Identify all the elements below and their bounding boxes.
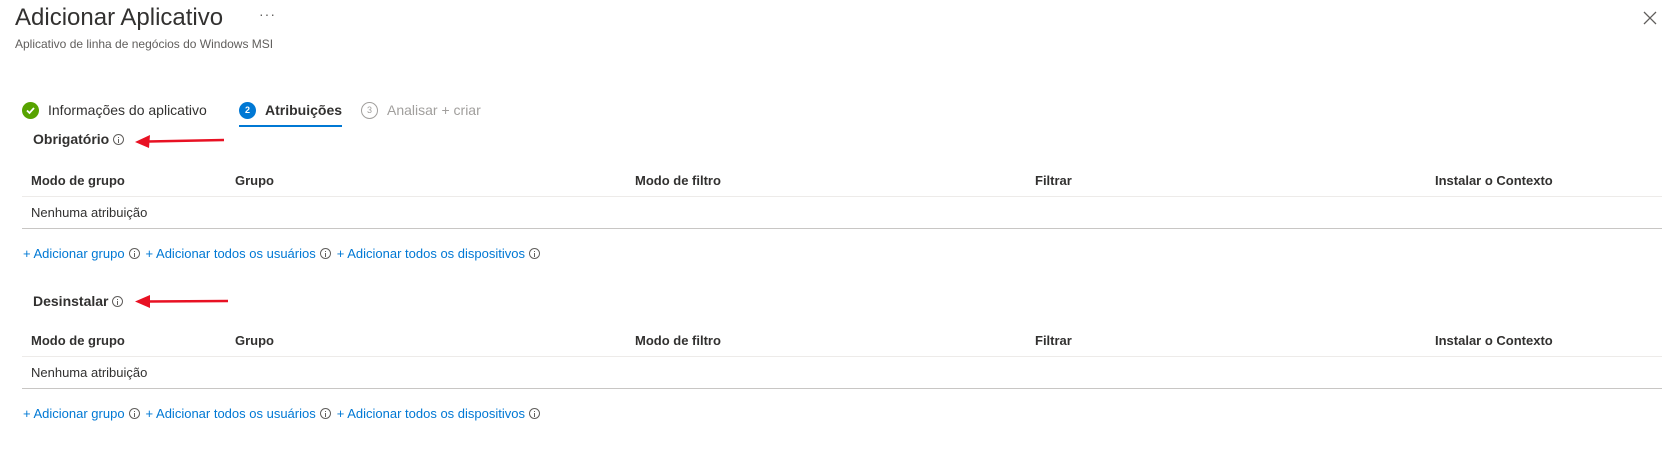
info-icon[interactable] [319,248,331,259]
more-options-button[interactable]: ··· [259,6,276,22]
step-label: Atribuições [265,102,343,118]
close-icon [1643,11,1657,25]
column-header: Grupo [235,333,274,348]
annotation-arrow [135,295,229,308]
checkmark-icon [22,101,39,119]
info-icon[interactable] [128,408,140,419]
column-header: Modo de filtro [635,333,721,348]
column-header: Filtrar [1035,173,1072,188]
assignments-table-required: Modo de grupo Grupo Modo de filtro Filtr… [22,165,1662,229]
step-number: 2 [239,101,256,119]
info-icon[interactable] [528,248,540,259]
table-row: Nenhuma atribuição [22,357,1662,389]
page-subtitle: Aplicativo de linha de negócios do Windo… [15,37,274,51]
empty-message: Nenhuma atribuição [31,205,148,220]
add-all-devices-link[interactable]: + Adicionar todos os dispositivos [337,246,525,261]
section-title-text: Obrigatório [33,131,110,147]
assignments-table-uninstall: Modo de grupo Grupo Modo de filtro Filtr… [22,325,1662,389]
info-icon[interactable] [319,408,331,419]
empty-message: Nenhuma atribuição [31,365,148,380]
section-title-uninstall: Desinstalar [33,293,124,309]
info-icon[interactable] [113,133,125,145]
add-all-users-link[interactable]: + Adicionar todos os usuários [146,246,316,261]
step-assignments[interactable]: 2 Atribuições [239,96,343,127]
add-all-users-link[interactable]: + Adicionar todos os usuários [146,406,316,421]
info-icon[interactable] [528,408,540,419]
step-review-create: 3 Analisar + criar [361,96,481,124]
add-links-uninstall: + Adicionar grupo + Adicionar todos os u… [23,406,546,421]
add-links-required: + Adicionar grupo + Adicionar todos os u… [23,246,546,261]
column-header: Instalar o Contexto [1435,333,1553,348]
info-icon[interactable] [112,295,124,307]
section-title-required: Obrigatório [33,131,125,147]
add-group-link[interactable]: + Adicionar grupo [23,406,125,421]
column-header: Modo de filtro [635,173,721,188]
page-title: Adicionar Aplicativo [15,4,224,31]
step-number: 3 [361,101,378,119]
info-icon[interactable] [128,248,140,259]
table-header: Modo de grupo Grupo Modo de filtro Filtr… [22,325,1662,357]
column-header: Instalar o Contexto [1435,173,1553,188]
step-label: Informações do aplicativo [48,102,207,118]
step-app-info[interactable]: Informações do aplicativo [22,96,207,124]
annotation-arrow [135,135,225,148]
table-header: Modo de grupo Grupo Modo de filtro Filtr… [22,165,1662,197]
column-header: Modo de grupo [31,333,125,348]
table-row: Nenhuma atribuição [22,197,1662,229]
add-all-devices-link[interactable]: + Adicionar todos os dispositivos [337,406,525,421]
column-header: Modo de grupo [31,173,125,188]
add-group-link[interactable]: + Adicionar grupo [23,246,125,261]
section-title-text: Desinstalar [33,293,109,309]
column-header: Filtrar [1035,333,1072,348]
close-button[interactable] [1642,10,1658,26]
column-header: Grupo [235,173,274,188]
step-label: Analisar + criar [387,102,481,118]
